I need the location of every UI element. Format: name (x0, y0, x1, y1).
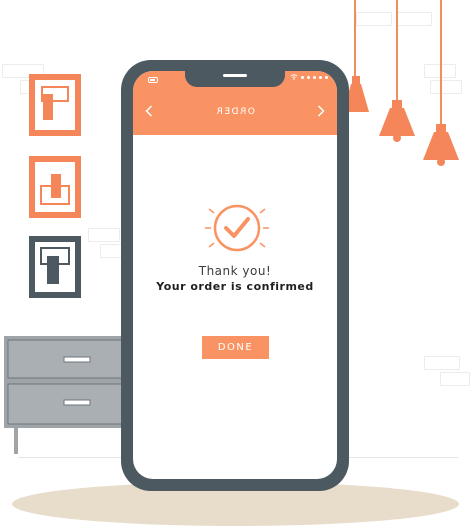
phone-screen: ORDER Thank you! Your order is confirmed (133, 71, 337, 479)
lamp-cord (396, 0, 398, 104)
wifi-icon (290, 74, 298, 80)
signal-dot-icon (307, 75, 310, 79)
frame-art (40, 247, 70, 284)
frame-art (41, 86, 69, 120)
lamp-cord (440, 0, 442, 128)
done-button[interactable]: DONE (202, 336, 269, 359)
header-title: ORDER (215, 107, 255, 117)
order-confirmation-illustration: ORDER Thank you! Your order is confirmed (0, 0, 471, 529)
wall-brick (396, 12, 432, 26)
signal-dot-icon (319, 75, 322, 79)
app-header: ORDER (133, 71, 337, 135)
phone-frame: ORDER Thank you! Your order is confirmed (121, 60, 349, 491)
signal-dot-icon (301, 75, 304, 79)
wall-frame-3 (29, 236, 81, 298)
wall-brick (430, 80, 462, 94)
thank-you-text: Thank you! (198, 264, 272, 278)
drawer-cabinet (4, 336, 130, 454)
lamp-cord (354, 0, 356, 80)
forward-button[interactable] (311, 101, 331, 121)
phone-notch (185, 71, 285, 87)
pendant-lamp-icon (423, 124, 459, 166)
signal-dot-icon (325, 75, 328, 79)
speaker-grille (223, 74, 247, 77)
wall-brick (440, 372, 470, 386)
wall-frame-1 (29, 74, 81, 136)
wall-brick (356, 12, 392, 26)
battery-icon (148, 77, 158, 83)
order-confirmed-text: Your order is confirmed (156, 280, 314, 293)
wall-frame-2 (29, 156, 81, 218)
pendant-lamp-icon (379, 100, 415, 142)
wall-brick (424, 356, 460, 370)
frame-art (40, 174, 70, 205)
status-indicators (290, 74, 328, 80)
cabinet-drawing (4, 336, 130, 454)
wall-brick (88, 228, 120, 242)
check-circle-icon (205, 204, 269, 252)
signal-dot-icon (313, 75, 316, 79)
chevron-right-icon (317, 105, 325, 117)
